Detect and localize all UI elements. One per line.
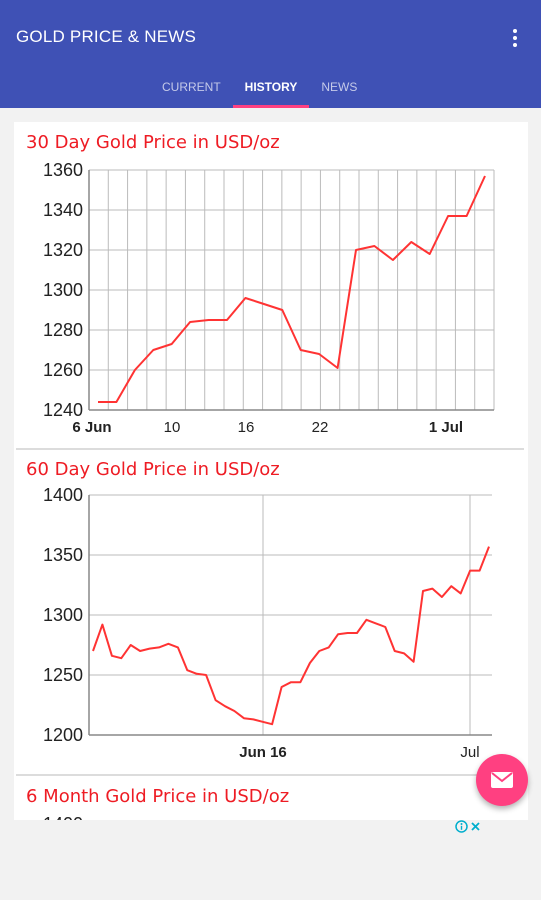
tab-bar: CURRENT HISTORY NEWS — [150, 72, 369, 108]
y-tick-label: 1300 — [43, 605, 83, 625]
history-content[interactable]: 30 Day Gold Price in USD/oz 1360 1340 1320… — [14, 122, 528, 820]
divider — [16, 448, 524, 450]
mail-icon — [491, 772, 513, 788]
y-tick-label: 1260 — [43, 360, 83, 380]
x-tick-label: 16 — [238, 419, 255, 436]
email-fab-button[interactable] — [476, 754, 528, 806]
y-tick-label: 1360 — [43, 162, 83, 180]
y-tick-label: 1320 — [43, 240, 83, 260]
y-tick-label: 1300 — [43, 280, 83, 300]
y-tick-label: 1350 — [43, 545, 83, 565]
x-tick-label: 22 — [312, 419, 329, 436]
chart-title-60-day: 60 Day Gold Price in USD/oz — [26, 459, 280, 480]
x-tick-label: 10 — [164, 419, 181, 436]
chart-6-month: 1400 — [43, 814, 83, 820]
y-tick-label: 1340 — [43, 200, 83, 220]
x-tick-label: Jun 16 — [239, 744, 287, 761]
app-title: GOLD PRICE & NEWS — [16, 27, 197, 46]
chart-60-day: 1400 1350 1300 1250 1200 Jun 16 Jul — [43, 487, 492, 761]
tab-news[interactable]: NEWS — [309, 72, 369, 105]
x-tick-label: Jul — [460, 744, 479, 761]
tab-history[interactable]: HISTORY — [232, 72, 310, 108]
y-tick-label: 1250 — [43, 665, 83, 685]
tab-current[interactable]: CURRENT — [150, 72, 233, 105]
y-tick-label: 1200 — [43, 725, 83, 745]
y-tick-label: 1280 — [43, 320, 83, 340]
chart-30-day: 1360 1340 1320 1300 1280 1260 12406 Jun 10 16 22 1… — [43, 162, 495, 436]
price-line — [92, 546, 490, 726]
x-tick-label: 6 Jun — [72, 419, 111, 436]
chart-title-30-day: 30 Day Gold Price in USD/oz — [26, 132, 280, 153]
app-bar: GOLD PRICE & NEWS CURRENT HISTORY NEWS — [0, 0, 541, 108]
adchoices-icon[interactable] — [455, 820, 483, 833]
y-tick-label: 1240 — [43, 400, 83, 420]
chart-title-6-month: 6 Month Gold Price in USD/oz — [26, 786, 290, 807]
y-tick-label: 1400 — [43, 487, 83, 505]
more-vert-icon[interactable] — [503, 24, 527, 52]
divider — [16, 774, 524, 776]
x-tick-label: 1 Jul — [429, 419, 463, 436]
